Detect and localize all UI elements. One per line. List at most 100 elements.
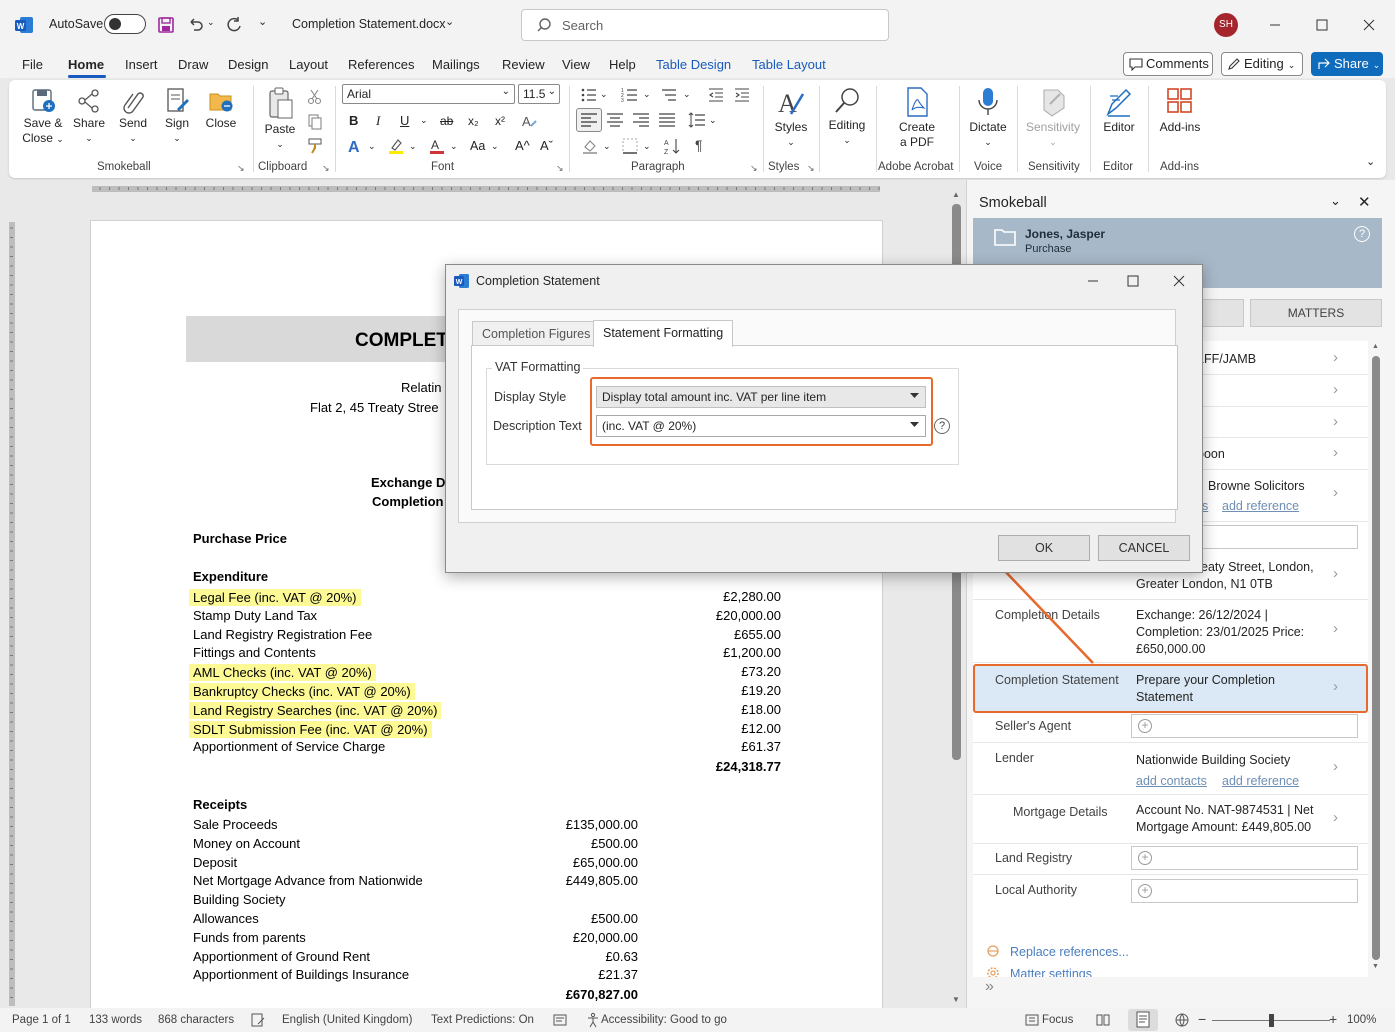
save-close-button[interactable]: Save & Close ⌄: [20, 86, 66, 147]
display-style-select[interactable]: Display total amount inc. VAT per line i…: [596, 386, 926, 408]
ribbon-collapse-icon[interactable]: ⌄: [1366, 155, 1375, 168]
scroll-down-icon[interactable]: ▼: [1372, 963, 1379, 970]
focus-mode[interactable]: Focus: [1042, 1014, 1073, 1026]
chevron-down-icon[interactable]: ⌄: [709, 115, 717, 126]
share-button[interactable]: Share ⌄: [1311, 52, 1383, 76]
pane-close-icon[interactable]: ✕: [1358, 193, 1371, 211]
dialog-launcher-icon[interactable]: ↘: [556, 163, 564, 174]
line-spacing-icon[interactable]: [688, 111, 706, 129]
align-left-button[interactable]: [576, 108, 602, 132]
editing-mode-button[interactable]: Editing ⌄: [1221, 52, 1303, 76]
dialog-launcher-icon[interactable]: ↘: [750, 163, 758, 174]
chevron-down-icon[interactable]: ⌄: [643, 89, 651, 100]
title-chevron-down-icon[interactable]: ⌄: [445, 15, 454, 28]
tab-statement-formatting[interactable]: Statement Formatting: [593, 320, 734, 347]
avatar[interactable]: SH: [1214, 13, 1238, 37]
italic-button[interactable]: I: [376, 113, 380, 129]
lender-row[interactable]: Lender Nationwide Building Society add c…: [973, 743, 1368, 795]
shading-icon[interactable]: [581, 137, 599, 155]
paste-button[interactable]: Paste ⌄: [260, 86, 300, 152]
text-effects-a-icon[interactable]: A: [346, 137, 364, 155]
focus-icon[interactable]: [1024, 1012, 1040, 1028]
numbering-icon[interactable]: 123: [621, 86, 639, 104]
local-authority-input[interactable]: +: [1131, 879, 1358, 903]
align-right-icon[interactable]: [632, 111, 650, 129]
chevron-down-icon[interactable]: ⌄: [409, 141, 417, 152]
text-effects-icon[interactable]: A: [520, 112, 538, 130]
format-painter-icon[interactable]: [306, 137, 324, 155]
chevron-down-icon[interactable]: ⌄: [603, 141, 611, 152]
description-text-combo[interactable]: (inc. VAT @ 20%): [596, 415, 926, 437]
replace-references-link[interactable]: Replace references...: [1010, 945, 1129, 959]
help-icon[interactable]: ?: [1354, 226, 1370, 242]
track-changes-icon[interactable]: [552, 1012, 568, 1028]
comments-button[interactable]: Comments: [1123, 52, 1213, 76]
menu-table-layout[interactable]: Table Layout: [752, 57, 826, 72]
mortgage-details-row[interactable]: Mortgage Details Account No. NAT-9874531…: [973, 795, 1368, 844]
redo-icon[interactable]: [224, 15, 244, 35]
menu-review[interactable]: Review: [502, 57, 545, 72]
sort-icon[interactable]: AZ: [664, 137, 682, 155]
dialog-minimize-icon[interactable]: [1078, 269, 1108, 293]
dialog-launcher-icon[interactable]: ↘: [237, 163, 245, 174]
expand-double-chevron-icon[interactable]: »: [985, 978, 994, 996]
chevron-down-icon[interactable]: ⌄: [368, 141, 376, 152]
page-count[interactable]: Page 1 of 1: [12, 1014, 71, 1026]
customize-qat-icon[interactable]: ⌄: [258, 15, 267, 28]
char-count[interactable]: 868 characters: [158, 1014, 234, 1026]
sign-button[interactable]: Sign ⌄: [158, 86, 196, 146]
show-formatting-icon[interactable]: ¶: [695, 137, 703, 153]
menu-layout[interactable]: Layout: [289, 57, 328, 72]
menu-home[interactable]: Home: [68, 57, 104, 72]
accessibility-icon[interactable]: [585, 1012, 601, 1028]
share-doc-button[interactable]: Share ⌄: [70, 86, 108, 146]
editor-button[interactable]: Editor: [1096, 86, 1142, 135]
chevron-down-icon[interactable]: ⌄: [683, 89, 691, 100]
justify-icon[interactable]: [658, 111, 676, 129]
document-title[interactable]: Completion Statement.docx: [292, 17, 446, 31]
menu-draw[interactable]: Draw: [178, 57, 208, 72]
undo-dropdown-icon[interactable]: ⌄: [207, 17, 215, 28]
scroll-up-icon[interactable]: ▲: [952, 190, 960, 199]
menu-help[interactable]: Help: [609, 57, 636, 72]
land-registry-input[interactable]: +: [1131, 846, 1358, 870]
ok-button[interactable]: OK: [998, 535, 1090, 561]
shrink-font-button[interactable]: Aˇ: [540, 138, 553, 153]
chevron-down-icon[interactable]: ⌄: [600, 89, 608, 100]
menu-mailings[interactable]: Mailings: [432, 57, 480, 72]
scroll-down-icon[interactable]: ▼: [952, 995, 960, 1004]
close-doc-button[interactable]: Close: [202, 86, 240, 131]
send-button[interactable]: Send ⌄: [114, 86, 152, 146]
menu-view[interactable]: View: [562, 57, 590, 72]
close-icon[interactable]: [1354, 10, 1384, 40]
highlight-color-icon[interactable]: [387, 137, 405, 155]
completion-details-row[interactable]: Completion Details Exchange: 26/12/2024 …: [973, 600, 1368, 663]
dialog-launcher-icon[interactable]: ↘: [322, 163, 330, 174]
search-box[interactable]: Search: [521, 9, 889, 41]
undo-icon[interactable]: [186, 15, 206, 35]
zoom-in-icon[interactable]: +: [1329, 1011, 1337, 1027]
menu-design[interactable]: Design: [228, 57, 268, 72]
pane-options-chevron-icon[interactable]: ⌄: [1330, 193, 1341, 209]
chevron-down-icon[interactable]: ⌄: [450, 141, 458, 152]
web-layout-icon[interactable]: [1174, 1012, 1190, 1028]
proofing-icon[interactable]: [250, 1012, 266, 1028]
sensitivity-button[interactable]: Sensitivity ⌄: [1022, 86, 1084, 150]
font-color-icon[interactable]: A: [428, 137, 446, 155]
chevron-down-icon[interactable]: ⌄: [491, 141, 499, 152]
help-icon[interactable]: ?: [934, 418, 950, 434]
minimize-icon[interactable]: [1260, 10, 1290, 40]
add-reference-link[interactable]: add reference: [1222, 774, 1299, 788]
bold-button[interactable]: B: [349, 113, 358, 128]
sellers-agent-input[interactable]: +: [1131, 714, 1358, 738]
dialog-close-icon[interactable]: [1164, 269, 1194, 293]
add-contacts-link[interactable]: add contacts: [1136, 774, 1207, 788]
align-center-icon[interactable]: [606, 111, 624, 129]
zoom-out-icon[interactable]: −: [1198, 1011, 1206, 1027]
multilevel-list-icon[interactable]: [660, 86, 678, 104]
pane-scrollbar[interactable]: [1372, 356, 1380, 960]
subscript-button[interactable]: x₂: [468, 114, 479, 128]
chevron-down-icon[interactable]: ⌄: [643, 141, 651, 152]
dialog-maximize-icon[interactable]: [1118, 269, 1148, 293]
grow-font-button[interactable]: A^: [515, 138, 530, 153]
